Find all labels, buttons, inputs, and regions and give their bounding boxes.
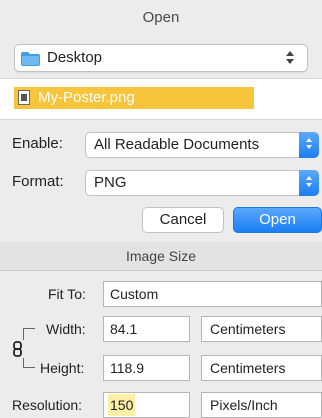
open-dialog-title: Open [0,0,322,36]
file-name: My-Poster.png [38,89,135,106]
format-popup[interactable]: PNG [85,170,319,196]
fit-to-label: Fit To: [48,286,86,302]
width-value: 84.1 [110,321,138,337]
height-field[interactable]: 118.9 [103,355,190,381]
format-label: Format: [12,173,64,190]
link-bracket-top-vertical [23,328,24,340]
resolution-label: Resolution: [12,397,83,413]
resolution-value: 150 [108,394,136,416]
width-field[interactable]: 84.1 [103,316,190,342]
resolution-unit-value: Pixels/Inch [210,397,278,413]
height-label: Height: [40,360,85,376]
link-bracket-bottom [23,367,35,368]
link-bracket-top [23,328,35,329]
fit-to-popup[interactable]: Custom [103,281,322,307]
open-button[interactable]: Open [233,207,322,233]
height-value: 118.9 [110,360,144,376]
file-list: My-Poster.png [0,78,322,120]
width-unit-popup[interactable]: Centimeters [201,316,322,342]
resolution-field[interactable]: 150 [103,392,190,418]
image-size-title: Image Size [0,242,322,271]
enable-label: Enable: [12,135,63,152]
enable-value: All Readable Documents [94,136,260,153]
updown-arrows-icon [285,48,295,68]
updown-arrows-icon [299,170,319,196]
image-file-icon [18,90,30,105]
chain-link-icon[interactable] [12,341,24,357]
resolution-unit-popup[interactable]: Pixels/Inch [201,392,322,418]
format-value: PNG [94,174,127,191]
fit-to-value: Custom [110,286,159,302]
folder-icon [21,52,40,66]
enable-popup[interactable]: All Readable Documents [85,132,319,158]
width-label: Width: [46,321,86,337]
location-popup[interactable]: Desktop [14,44,308,72]
height-unit-value: Centimeters [210,360,286,376]
location-label: Desktop [47,49,103,66]
updown-arrows-icon [299,132,319,158]
width-unit-value: Centimeters [210,321,286,337]
file-row-selected[interactable]: My-Poster.png [14,87,254,109]
cancel-button[interactable]: Cancel [142,207,224,233]
height-unit-popup[interactable]: Centimeters [201,355,322,381]
